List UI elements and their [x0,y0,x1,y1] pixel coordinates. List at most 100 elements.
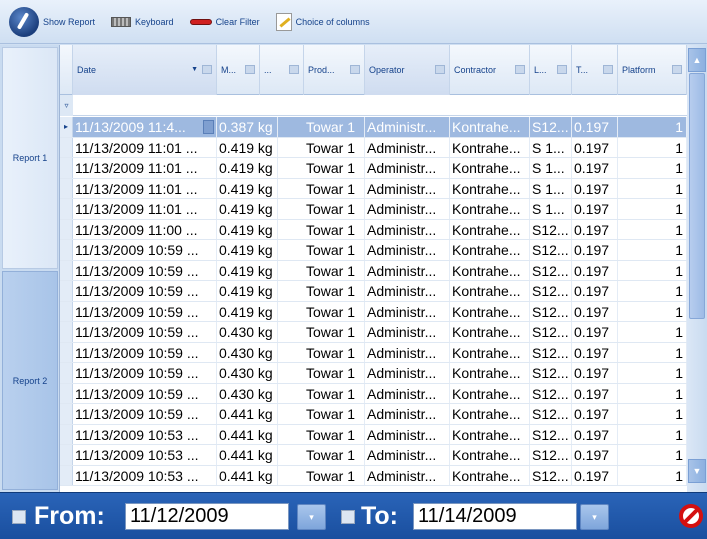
table-row[interactable]: 11/13/2009 10:59 ... 0.441 kg Towar 1 Admin… [60,404,687,425]
cell-m[interactable]: 0.419 kg [217,281,278,301]
column-filter-icon[interactable] [245,65,255,74]
cell-t[interactable]: 0.197 [572,342,618,362]
table-row[interactable]: ▸ 11/13/2009 11:4... 0.387 kg Towar 1 Admini… [60,117,687,138]
cell-date[interactable]: 11/13/2009 10:59 ... [73,383,217,403]
column-filter-icon[interactable] [202,65,212,74]
cell-contractor[interactable]: Kontrahe... [450,322,530,342]
cell-date[interactable]: 11/13/2009 11:01 ... [73,178,217,198]
cell-prod[interactable]: Towar 1 [304,342,365,362]
column-filter-icon[interactable] [435,65,445,74]
row-indicator[interactable] [60,301,73,321]
column-filter-icon[interactable] [557,65,567,74]
choice-of-columns-button[interactable]: Choice of columns [273,7,373,37]
cell-contractor[interactable]: Kontrahe... [450,445,530,465]
row-indicator[interactable] [60,363,73,383]
cell-operator[interactable]: Administr... [365,465,450,485]
cell-date[interactable]: 11/13/2009 11:01 ... [73,158,217,178]
cell-l[interactable]: S12... [530,445,572,465]
cell-operator[interactable]: Administr... [365,342,450,362]
cell-m[interactable]: 0.419 kg [217,199,278,219]
cell-m[interactable]: 0.441 kg [217,445,278,465]
cell-t[interactable]: 0.197 [572,137,618,157]
cell-prod[interactable]: Towar 1 [304,260,365,280]
vertical-scrollbar[interactable]: ▲ ▼ [687,45,707,492]
cell-contractor[interactable]: Kontrahe... [450,383,530,403]
cell-platform[interactable]: 1 [618,465,687,485]
cell-date[interactable]: 11/13/2009 10:59 ... [73,363,217,383]
cell-platform[interactable]: 1 [618,363,687,383]
table-row[interactable]: 11/13/2009 11:01 ... 0.419 kg Towar 1 Admin… [60,137,687,158]
table-row[interactable]: 11/13/2009 10:53 ... 0.441 kg Towar 1 Admin… [60,445,687,466]
row-indicator[interactable] [60,178,73,198]
cell-t[interactable]: 0.197 [572,178,618,198]
cell-l[interactable]: S12... [530,240,572,260]
cell-operator[interactable]: Administr... [365,363,450,383]
cell-contractor[interactable]: Kontrahe... [450,158,530,178]
cell-contractor[interactable]: Kontrahe... [450,465,530,485]
row-indicator[interactable] [60,137,73,157]
column-header-date[interactable]: Date ▼ [73,45,217,95]
cell-prod[interactable]: Towar 1 [304,219,365,239]
cell-prod[interactable]: Towar 1 [304,383,365,403]
cell-date[interactable]: 11/13/2009 10:59 ... [73,301,217,321]
table-row[interactable]: 11/13/2009 10:59 ... 0.419 kg Towar 1 Admin… [60,240,687,261]
cell-l[interactable]: S12... [530,301,572,321]
scroll-up-icon[interactable]: ▲ [688,48,706,72]
cell-date[interactable]: 11/13/2009 10:53 ... [73,465,217,485]
keyboard-button[interactable]: Keyboard [108,7,177,37]
cell-date[interactable]: 11/13/2009 10:59 ... [73,322,217,342]
cell-m[interactable]: 0.441 kg [217,404,278,424]
table-row[interactable]: 11/13/2009 10:59 ... 0.430 kg Towar 1 Admin… [60,383,687,404]
cell-date[interactable]: 11/13/2009 11:01 ... [73,137,217,157]
cell-date[interactable]: 11/13/2009 10:53 ... [73,424,217,444]
cell-m[interactable]: 0.419 kg [217,158,278,178]
cell-platform[interactable]: 1 [618,260,687,280]
row-indicator[interactable] [60,445,73,465]
cell-prod[interactable]: Towar 1 [304,158,365,178]
cell-t[interactable]: 0.197 [572,281,618,301]
cell-l[interactable]: S12... [530,117,572,137]
cell-contractor[interactable]: Kontrahe... [450,240,530,260]
from-checkbox[interactable] [12,510,26,524]
cell-date[interactable]: 11/13/2009 11:4... [73,117,217,137]
cell-m[interactable]: 0.419 kg [217,260,278,280]
cell-l[interactable]: S12... [530,260,572,280]
to-checkbox[interactable] [341,510,355,524]
row-indicator[interactable] [60,322,73,342]
cell-platform[interactable]: 1 [618,322,687,342]
cell-t[interactable]: 0.197 [572,363,618,383]
clear-filter-button[interactable]: Clear Filter [187,7,263,37]
row-indicator[interactable] [60,465,73,485]
cell-t[interactable]: 0.197 [572,158,618,178]
column-filter-icon[interactable] [515,65,525,74]
column-filter-icon[interactable] [672,65,682,74]
cell-platform[interactable]: 1 [618,117,687,137]
cell-platform[interactable]: 1 [618,445,687,465]
cell-contractor[interactable]: Kontrahe... [450,137,530,157]
table-row[interactable]: 11/13/2009 10:59 ... 0.430 kg Towar 1 Admin… [60,363,687,384]
cell-l[interactable]: S 1... [530,158,572,178]
cell-prod[interactable]: Towar 1 [304,281,365,301]
cell-operator[interactable]: Administr... [365,137,450,157]
row-indicator[interactable]: ▸ [60,117,73,137]
cell-operator[interactable]: Administr... [365,117,450,137]
cell-t[interactable]: 0.197 [572,383,618,403]
cell-prod[interactable]: Towar 1 [304,465,365,485]
to-date-dropdown-icon[interactable]: ▾ [580,504,609,530]
cell-m[interactable]: 0.441 kg [217,465,278,485]
cell-l[interactable]: S 1... [530,178,572,198]
cell-l[interactable]: S12... [530,219,572,239]
table-row[interactable]: 11/13/2009 10:59 ... 0.419 kg Towar 1 Admin… [60,260,687,281]
cell-contractor[interactable]: Kontrahe... [450,178,530,198]
cell-m[interactable]: 0.430 kg [217,322,278,342]
cell-contractor[interactable]: Kontrahe... [450,199,530,219]
cell-m[interactable]: 0.419 kg [217,219,278,239]
row-indicator[interactable] [60,158,73,178]
column-header-product[interactable]: Prod... [304,45,365,95]
table-row[interactable]: 11/13/2009 10:59 ... 0.419 kg Towar 1 Admin… [60,281,687,302]
cell-platform[interactable]: 1 [618,219,687,239]
date-dropdown-icon[interactable] [203,120,214,134]
cell-date[interactable]: 11/13/2009 10:59 ... [73,342,217,362]
cell-l[interactable]: S12... [530,404,572,424]
cell-operator[interactable]: Administr... [365,199,450,219]
